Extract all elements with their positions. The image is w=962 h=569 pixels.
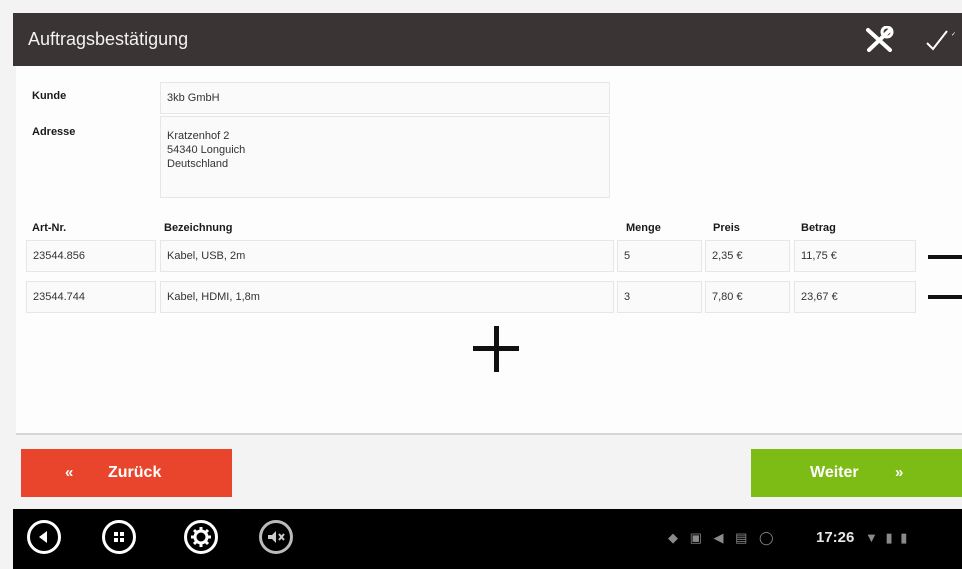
remove-row-button[interactable]: [928, 255, 962, 259]
system-navigation-bar: ◆ ▣ ◀ ▤ ◯ 17:26 ▼ ▮ ▮: [13, 509, 962, 569]
settings-gear-icon[interactable]: [184, 520, 218, 554]
column-header-bezeichnung: Bezeichnung: [164, 222, 233, 234]
add-row-button[interactable]: [473, 326, 519, 372]
app-header: Auftragsbestätigung ✓: [13, 13, 962, 66]
double-chevron-right-icon: »: [895, 464, 904, 481]
next-button[interactable]: Weiter »: [751, 449, 962, 497]
address-street: Kratzenhof 2: [167, 130, 230, 142]
column-header-art: Art-Nr.: [32, 222, 67, 234]
tools-icon[interactable]: [864, 26, 894, 54]
customer-field[interactable]: 3kb GmbH: [160, 82, 610, 114]
address-country: Deutschland: [167, 158, 229, 170]
row2-preis-field[interactable]: 7,80 €: [705, 281, 790, 313]
row2-art-field[interactable]: 23544.744: [26, 281, 156, 313]
customer-label: Kunde: [32, 90, 67, 102]
page-title: Auftragsbestätigung: [28, 29, 189, 49]
back-button[interactable]: « Zurück: [21, 449, 232, 497]
next-button-label: Weiter: [810, 464, 859, 481]
address-field[interactable]: Kratzenhof 2 54340 Longuich Deutschland: [160, 116, 610, 198]
column-header-betrag: Betrag: [801, 222, 836, 234]
remove-row-button[interactable]: [928, 295, 962, 299]
svg-text:✓: ✓: [951, 32, 956, 38]
row1-bezeichnung-field[interactable]: Kabel, USB, 2m: [160, 240, 614, 272]
row1-menge-field[interactable]: 5: [617, 240, 702, 272]
row2-betrag-field[interactable]: 23,67 €: [794, 281, 916, 313]
back-button-label: Zurück: [108, 464, 162, 481]
notification-icons: ◆ ▣ ◀ ▤ ◯: [668, 530, 778, 545]
row2-menge-field[interactable]: 3: [617, 281, 702, 313]
row2-bezeichnung-field[interactable]: Kabel, HDMI, 1,8m: [160, 281, 614, 313]
status-clock: 17:26: [816, 529, 855, 546]
back-nav-icon[interactable]: [27, 520, 61, 554]
wifi-battery-icons: ▼ ▮ ▮: [865, 530, 910, 545]
double-chevron-left-icon: «: [65, 464, 74, 481]
row1-art-field[interactable]: 23544.856: [26, 240, 156, 272]
column-header-menge: Menge: [626, 222, 661, 234]
mute-icon[interactable]: [259, 520, 293, 554]
address-label: Adresse: [32, 126, 76, 138]
row1-preis-field[interactable]: 2,35 €: [705, 240, 790, 272]
apps-icon[interactable]: [102, 520, 136, 554]
order-card: Kunde 3kb GmbH Adresse Kratzenhof 2 5434…: [16, 66, 962, 435]
row1-betrag-field[interactable]: 11,75 €: [794, 240, 916, 272]
check-icon[interactable]: ✓: [925, 27, 962, 53]
column-header-preis: Preis: [713, 222, 740, 234]
address-city: 54340 Longuich: [167, 144, 246, 156]
